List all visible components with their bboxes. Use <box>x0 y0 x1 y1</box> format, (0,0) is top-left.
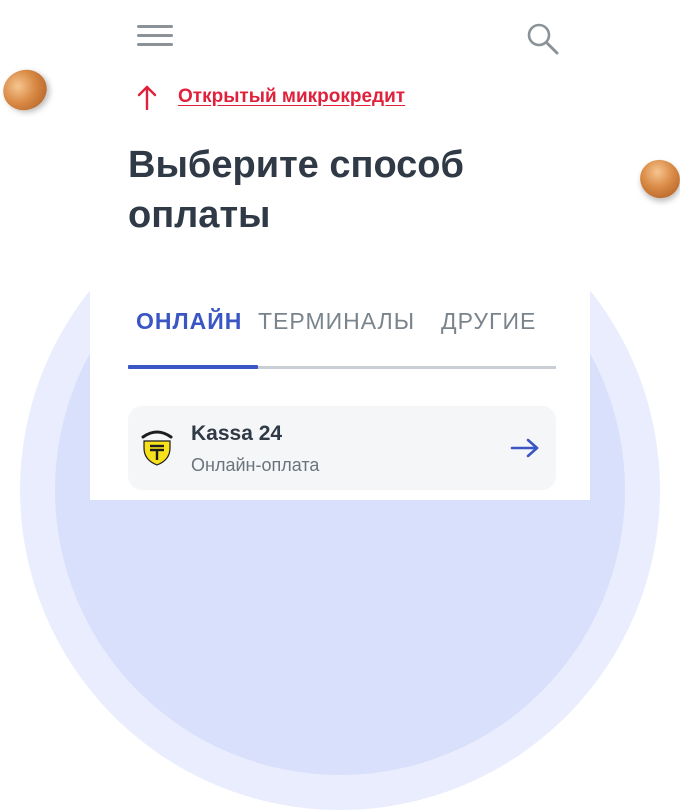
arrow-up-icon <box>137 85 157 110</box>
active-tab-indicator <box>128 365 258 369</box>
payment-method-kassa24[interactable]: Kassa 24 Онлайн-оплата <box>128 406 556 490</box>
arrow-right-icon[interactable] <box>510 437 540 459</box>
top-bar <box>90 0 590 70</box>
open-microcredit-row[interactable]: Открытый микрокредит <box>136 82 405 112</box>
open-microcredit-link[interactable]: Открытый микрокредит <box>178 86 405 108</box>
page-title: Выберите способ оплаты <box>128 144 464 236</box>
payment-method-subtitle: Онлайн-оплата <box>191 455 320 475</box>
payment-screen: Открытый микрокредит Выберите способ опл… <box>90 0 590 500</box>
tab-terminals[interactable]: ТЕРМИНАЛЫ <box>258 308 415 335</box>
hamburger-menu-icon[interactable] <box>137 25 173 47</box>
tab-other[interactable]: ДРУГИЕ <box>441 308 536 335</box>
coin-decoration-left <box>0 63 53 117</box>
payment-tabs: ОНЛАЙН ТЕРМИНАЛЫ ДРУГИЕ <box>128 308 558 348</box>
payment-method-title: Kassa 24 <box>191 422 283 445</box>
kassa24-logo <box>141 430 173 466</box>
coin-decoration-right <box>634 154 680 204</box>
search-icon[interactable] <box>524 20 560 56</box>
tab-online[interactable]: ОНЛАЙН <box>136 308 242 335</box>
